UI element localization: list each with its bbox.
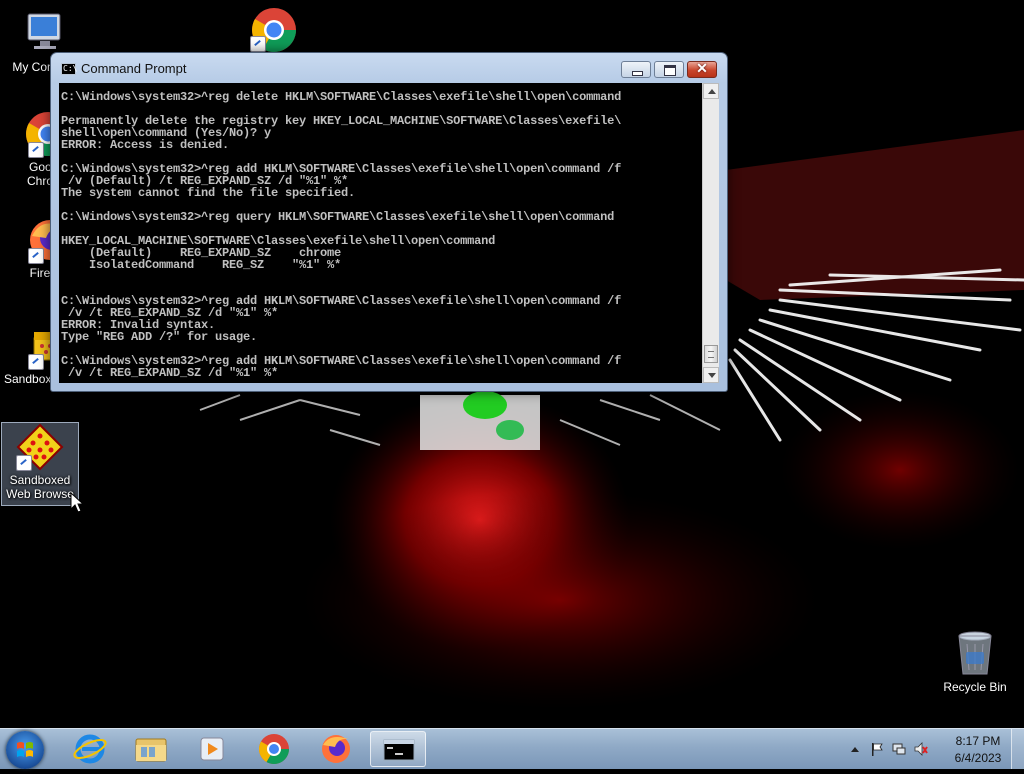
folder-icon [135,738,167,762]
shortcut-arrow-icon [250,36,266,52]
clock-date: 6/4/2023 [954,751,1002,765]
clock[interactable]: 8:17 PM 6/4/2023 [942,733,1014,767]
shortcut-arrow-icon [28,248,44,264]
start-button[interactable] [6,731,44,769]
show-hidden-icons-icon[interactable] [848,742,862,756]
window-title: Command Prompt [81,61,187,76]
scroll-down-arrow-icon[interactable] [703,367,719,383]
chrome-icon [250,4,298,52]
desktop-icon-label: Web Browse [6,487,74,501]
chrome-icon [258,734,289,765]
mouse-cursor-icon [70,492,84,513]
taskbar-media-player[interactable] [184,731,240,767]
taskbar: 8:17 PM 6/4/2023 [0,728,1024,769]
windows-logo-icon [17,742,33,757]
taskbar-chrome[interactable] [246,731,302,767]
cmd-icon [383,739,415,761]
system-tray: 8:17 PM 6/4/2023 [834,729,1024,769]
cmd-icon: C:\ [61,63,78,75]
title-bar[interactable]: C:\ Command Prompt ✕ [51,53,727,83]
desktop-icon-chrome-top[interactable] [236,4,312,54]
close-icon: ✕ [696,60,708,76]
desktop-icon-recycle-bin[interactable]: Recycle Bin [937,630,1013,694]
shortcut-arrow-icon [28,354,44,370]
network-icon[interactable] [892,742,906,756]
close-button[interactable]: ✕ [687,60,717,78]
computer-icon [14,10,62,58]
action-center-flag-icon[interactable] [870,742,884,756]
taskbar-command-prompt[interactable] [370,731,426,767]
taskbar-firefox[interactable] [308,731,364,767]
taskbar-internet-explorer[interactable] [62,731,118,767]
sandboxed-browser-icon [16,423,64,471]
scroll-up-arrow-icon[interactable] [703,83,719,99]
taskbar-file-explorer[interactable] [123,731,179,767]
vertical-scrollbar[interactable] [702,83,719,383]
media-player-icon [200,737,224,761]
minimize-button[interactable] [621,61,651,78]
console-output-area[interactable]: C:\Windows\system32>^reg delete HKLM\SOF… [59,83,702,383]
recycle-bin-icon [951,630,999,678]
firefox-icon [322,735,350,763]
maximize-button[interactable] [654,61,684,78]
desktop-icon-sandboxed-web-browser[interactable]: Sandboxed Web Browse [1,422,79,506]
console-text: C:\Windows\system32>^reg delete HKLM\SOF… [61,90,622,380]
shortcut-arrow-icon [28,142,44,158]
desktop-icon-label: Recycle Bin [943,680,1007,694]
clock-time: 8:17 PM [955,734,1001,748]
internet-explorer-icon [73,734,107,764]
volume-muted-icon[interactable] [914,742,928,756]
scroll-thumb[interactable] [704,345,718,363]
show-desktop-button[interactable] [1011,729,1024,769]
desktop: My Comp Googl Chrom Firefo Sandbox Sandb… [0,0,1024,728]
command-prompt-window[interactable]: C:\ Command Prompt ✕ C:\Windows\system32… [50,52,728,392]
shortcut-arrow-icon [16,455,32,471]
desktop-icon-label: Sandboxed [9,473,71,487]
